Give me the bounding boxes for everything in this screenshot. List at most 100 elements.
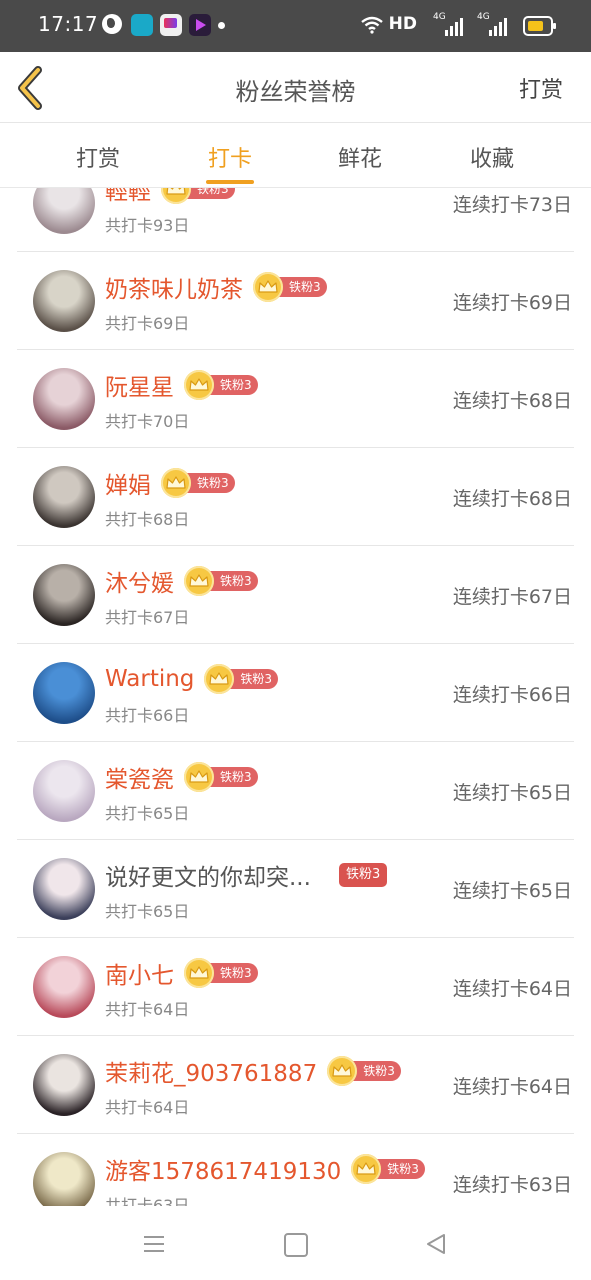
fan-row[interactable]: 阮星星 铁粉3 共打卡70日 连续打卡68日 [17,350,574,448]
fan-name[interactable]: 南小七 [105,956,174,990]
fan-name-line: 棠瓷瓷 铁粉3 [105,760,258,794]
fan-level-badge: 铁粉3 [161,188,235,204]
reward-button[interactable]: 打赏 [519,72,563,104]
avatar[interactable] [33,956,95,1018]
cell-signal-icon: 4G [477,12,507,36]
battery-icon [523,16,556,36]
total-checkin-days: 共打卡70日 [105,412,190,431]
fan-name[interactable]: 輕輕 [105,188,151,206]
fan-name[interactable]: 游客1578617419130 [105,1152,341,1186]
fan-level-label: 铁粉3 [338,863,388,887]
fan-row[interactable]: 棠瓷瓷 铁粉3 共打卡65日 连续打卡65日 [17,742,574,840]
total-checkin-days: 共打卡69日 [105,314,190,333]
fan-row[interactable]: 茉莉花_903761887 铁粉3 共打卡64日 连续打卡64日 [17,1036,574,1134]
fan-name[interactable]: 婵娟 [105,466,151,500]
network-type-label: 4G [477,12,490,22]
fan-row[interactable]: 南小七 铁粉3 共打卡64日 连续打卡64日 [17,938,574,1036]
avatar[interactable] [33,858,95,920]
fan-level-badge: 铁粉3 [351,1154,425,1184]
avatar[interactable] [33,188,95,234]
streak-checkin-days: 连续打卡68日 [452,488,572,510]
play-app-icon [189,14,211,36]
fan-name[interactable]: 茉莉花_903761887 [105,1054,317,1088]
status-indicators: HD 4G 4G [353,12,556,40]
streak-checkin-days: 连续打卡69日 [452,292,572,314]
streak-checkin-days: 连续打卡66日 [452,684,572,706]
avatar[interactable] [33,368,95,430]
streak-checkin-days: 连续打卡64日 [452,1076,572,1098]
streak-checkin-days: 连续打卡67日 [452,586,572,608]
total-checkin-days: 共打卡63日 [105,1196,190,1206]
fan-name-line: 輕輕 铁粉3 [105,188,235,206]
total-checkin-days: 共打卡66日 [105,706,190,725]
fan-name[interactable]: 棠瓷瓷 [105,760,174,794]
crown-icon [327,1056,358,1086]
fan-name-line: 说好更文的你却突... 铁粉3 [105,858,388,892]
crown-icon [184,958,214,988]
fan-row[interactable]: 奶茶味儿奶茶 铁粉3 共打卡69日 连续打卡69日 [17,252,574,350]
status-bar: 17:17 HD 4G 4G [0,0,591,52]
crown-icon [253,272,283,302]
fan-name-line: 沐兮媛 铁粉3 [105,564,258,598]
fan-row[interactable]: 輕輕 铁粉3 共打卡93日 连续打卡73日 [17,188,574,252]
crown-icon [161,468,191,498]
menu-icon[interactable] [142,1232,166,1256]
fan-level-badge: 铁粉3 [184,958,258,988]
fan-name[interactable]: 阮星星 [105,368,174,402]
back-triangle-icon[interactable] [424,1232,448,1256]
notification-dot-icon [218,22,225,29]
avatar[interactable] [33,760,95,822]
streak-checkin-days: 连续打卡64日 [452,978,572,1000]
fan-name[interactable]: 说好更文的你却突... [105,858,311,892]
crown-icon [184,566,214,596]
avatar[interactable] [33,270,95,332]
fan-row[interactable]: 沐兮媛 铁粉3 共打卡67日 连续打卡67日 [17,546,574,644]
tab-bar: 打赏 打卡 鲜花 收藏 [0,123,591,188]
fan-name-line: 游客1578617419130 铁粉3 [105,1152,425,1186]
fan-level-badge: 铁粉3 [327,1056,401,1086]
fan-row[interactable]: Warting 铁粉3 共打卡66日 连续打卡66日 [17,644,574,742]
fan-name[interactable]: 奶茶味儿奶茶 [105,270,243,304]
hd-indicator: HD [388,14,417,34]
crown-icon [161,188,191,204]
fan-level-badge: 铁粉3 [161,468,235,498]
streak-checkin-days: 连续打卡68日 [452,390,572,412]
home-square-icon[interactable] [284,1233,308,1257]
video-app-icon [160,14,182,36]
tab-flowers[interactable]: 鲜花 [300,141,420,173]
fan-name-line: 南小七 铁粉3 [105,956,258,990]
crown-icon [204,664,235,694]
fan-row[interactable]: 婵娟 铁粉3 共打卡68日 连续打卡68日 [17,448,574,546]
tab-checkin[interactable]: 打卡 [170,141,290,173]
fan-level-badge: 铁粉3 [184,370,258,400]
fan-name-line: 奶茶味儿奶茶 铁粉3 [105,270,327,304]
tab-reward[interactable]: 打赏 [38,141,158,173]
globe-icon [102,14,122,34]
avatar[interactable] [33,564,95,626]
total-checkin-days: 共打卡93日 [105,216,190,235]
page-title: 粉丝荣誉榜 [235,78,356,106]
fan-level-badge: 铁粉3 [204,664,279,694]
avatar[interactable] [33,466,95,528]
total-checkin-days: 共打卡68日 [105,510,190,529]
avatar[interactable] [33,1152,95,1206]
total-checkin-days: 共打卡67日 [105,608,190,627]
fan-name-line: 婵娟 铁粉3 [105,466,235,500]
avatar[interactable] [33,1054,95,1116]
cell-signal-icon: 4G [433,12,463,36]
fan-level-badge: 铁粉3 [184,762,258,792]
fan-row[interactable]: 游客1578617419130 铁粉3 共打卡63日 连续打卡63日 [17,1134,574,1206]
fan-name-line: Warting 铁粉3 [105,664,279,694]
fan-list: 輕輕 铁粉3 共打卡93日 连续打卡73日 奶茶味儿奶茶 铁粉3 共打卡69日 … [0,188,591,1206]
streak-checkin-days: 连续打卡65日 [452,880,572,902]
fan-name-line: 茉莉花_903761887 铁粉3 [105,1054,401,1088]
active-tab-indicator [206,180,254,184]
streak-checkin-days: 连续打卡73日 [452,194,572,216]
fan-name[interactable]: Warting [105,666,194,692]
fan-name[interactable]: 沐兮媛 [105,564,174,598]
fan-row[interactable]: 说好更文的你却突... 铁粉3 共打卡65日 连续打卡65日 [17,840,574,938]
avatar[interactable] [33,662,95,724]
tab-favorites[interactable]: 收藏 [432,141,552,173]
streak-checkin-days: 连续打卡65日 [452,782,572,804]
fan-list-viewport[interactable]: 輕輕 铁粉3 共打卡93日 连续打卡73日 奶茶味儿奶茶 铁粉3 共打卡69日 … [0,188,591,1206]
